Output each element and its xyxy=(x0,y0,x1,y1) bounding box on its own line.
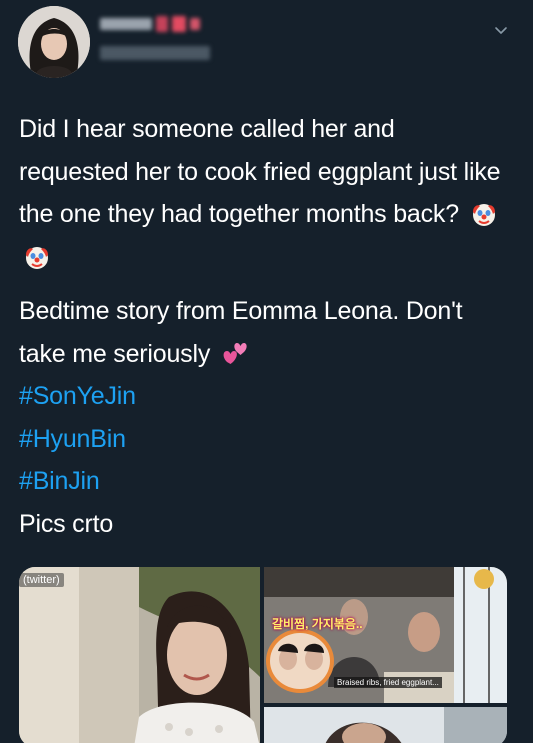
tweet: Did I hear someone called her and reques… xyxy=(0,0,533,743)
hashtag-sonyejin[interactable]: #SonYeJin xyxy=(19,375,509,418)
photo-woman-smiling[interactable]: (twitter) xyxy=(19,567,260,743)
english-subtitle: Braised ribs, fried eggplant... xyxy=(334,677,442,688)
author-name-redacted[interactable] xyxy=(100,14,220,36)
photo-bottom-right[interactable] xyxy=(264,707,507,743)
photo-watermark: (twitter) xyxy=(19,573,64,587)
hashtag-hyunbin[interactable]: #HyunBin xyxy=(19,418,509,461)
avatar[interactable] xyxy=(18,6,90,78)
chevron-down-icon[interactable] xyxy=(493,22,509,38)
hashtag-binjin[interactable]: #BinJin xyxy=(19,460,509,503)
author-handle-redacted[interactable] xyxy=(100,42,220,64)
media-grid: (twitter) 갈비찜, 가지볶음.. Braised ribs, frie… xyxy=(19,567,507,743)
two-hearts-emoji xyxy=(223,342,247,364)
tweet-paragraph-2: Bedtime story from Eomma Leona. Don't ta… xyxy=(19,297,463,368)
clown-face-emoji xyxy=(472,204,495,226)
korean-caption: 갈비찜, 가지볶음.. xyxy=(272,617,363,631)
tweet-text: Did I hear someone called her and reques… xyxy=(19,108,509,545)
pics-credit: Pics crto xyxy=(19,509,114,538)
tweet-paragraph-1: Did I hear someone called her and reques… xyxy=(19,108,509,278)
clown-face-emoji xyxy=(26,246,48,269)
photo-tv-dining-scene[interactable]: 갈비찜, 가지볶음.. Braised ribs, fried eggplant… xyxy=(264,567,507,703)
